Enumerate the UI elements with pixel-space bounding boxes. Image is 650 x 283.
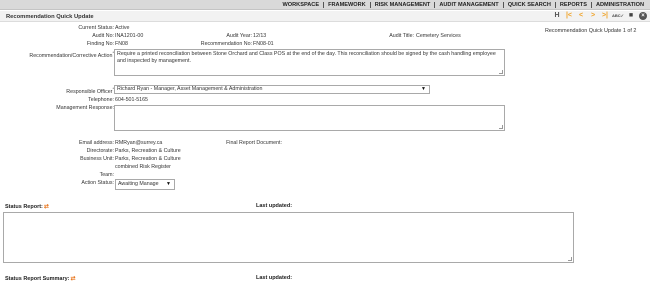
- first-record-icon[interactable]: |<: [565, 12, 573, 20]
- status-report-last-updated-label: Last updated:: [256, 203, 293, 209]
- nav-audit-management[interactable]: AUDIT MANAGEMENT: [434, 2, 502, 8]
- status-report-summary-last-updated-label: Last updated:: [256, 275, 293, 281]
- nav-risk-management[interactable]: RISK MANAGEMENT: [369, 2, 435, 8]
- audit-title-label: Audit Title:: [389, 33, 414, 39]
- directorate-value: Parks, Recreation & Culture: [115, 148, 181, 154]
- history-icon[interactable]: H: [553, 12, 561, 20]
- resize-grip-icon[interactable]: [499, 70, 503, 74]
- responsible-officer-label: Responsible Officer*: [66, 86, 114, 95]
- telephone-value: 604-501-5165: [115, 97, 148, 103]
- recommendation-label: Recommendation/Corrective Action*: [29, 50, 114, 59]
- responsible-officer-value: Richard Ryan - Manager, Asset Management…: [117, 86, 263, 92]
- email-value: RMRyan@surrey.ca: [115, 140, 163, 146]
- previous-record-icon[interactable]: <: [577, 12, 585, 20]
- audit-title-value: Cemetery Services: [416, 33, 461, 39]
- management-response-textarea[interactable]: [114, 105, 505, 131]
- current-status-label: Current Status:: [78, 25, 114, 31]
- status-report-textarea[interactable]: [3, 212, 574, 263]
- chevron-down-icon: ▼: [421, 86, 426, 92]
- chevron-down-icon: ▼: [166, 181, 171, 187]
- finding-no-value: FN08: [115, 41, 128, 47]
- responsible-officer-select[interactable]: Richard Ryan - Manager, Asset Management…: [114, 85, 430, 94]
- audit-year-label: Audit Year:: [226, 33, 252, 39]
- top-navigation: WORKSPACE FRAMEWORK RISK MANAGEMENT AUDI…: [0, 0, 650, 10]
- email-label: Email address:: [78, 140, 114, 146]
- action-status-label: Action Status:: [81, 180, 114, 186]
- record-toolbar: H |< < > >| ABC✓ ■ ×: [553, 12, 647, 20]
- recommendation-no-value: FN08-01: [253, 41, 274, 47]
- refresh-icon[interactable]: ⇄: [71, 276, 76, 282]
- status-report-label: Status Report:⇄: [5, 204, 49, 210]
- action-status-select[interactable]: Awaiting Manage ▼: [115, 179, 175, 190]
- directorate-label: Directorate:: [86, 148, 114, 154]
- resize-grip-icon[interactable]: [499, 125, 503, 129]
- spell-check-icon[interactable]: ABC✓: [612, 12, 624, 20]
- telephone-label: Telephone:: [88, 97, 114, 103]
- nav-quick-search[interactable]: QUICK SEARCH: [502, 2, 555, 8]
- business-unit-value: Parks, Recreation & Culture combined Ris…: [115, 156, 181, 170]
- finding-no-label: Finding No:: [86, 41, 114, 47]
- nav-workspace[interactable]: WORKSPACE: [279, 2, 324, 8]
- save-icon[interactable]: ■: [627, 12, 635, 20]
- audit-no-label: Audit No:: [92, 33, 114, 39]
- final-report-label: Final Report Document:: [226, 140, 282, 146]
- action-status-value: Awaiting Manage: [118, 181, 159, 187]
- status-report-summary-label: Status Report Summary:⇄: [5, 276, 76, 282]
- record-counter: Recommendation Quick Update 1 of 2: [545, 28, 637, 34]
- business-unit-label: Business Unit:: [80, 156, 114, 162]
- current-status-value: Active: [115, 25, 130, 31]
- nav-reports[interactable]: REPORTS: [554, 2, 591, 8]
- next-record-icon[interactable]: >: [589, 12, 597, 20]
- page-title: Recommendation Quick Update: [6, 13, 94, 20]
- nav-administration[interactable]: ADMINISTRATION: [590, 2, 648, 8]
- audit-year-value: 12/13: [253, 33, 267, 39]
- recommendation-no-label: Recommendation No:: [200, 41, 252, 47]
- last-record-icon[interactable]: >|: [601, 12, 609, 20]
- audit-no-value: INA1201-00: [115, 33, 144, 39]
- top-nav-items: WORKSPACE FRAMEWORK RISK MANAGEMENT AUDI…: [279, 2, 649, 8]
- nav-framework[interactable]: FRAMEWORK: [323, 2, 370, 8]
- recommendation-textarea[interactable]: Require a printed reconciliation between…: [114, 49, 505, 76]
- recommendation-text: Require a printed reconciliation between…: [117, 51, 496, 64]
- refresh-icon[interactable]: ⇄: [44, 204, 49, 210]
- close-icon[interactable]: ×: [639, 12, 647, 20]
- form-title-bar: Recommendation Quick Update H |< < > >| …: [0, 11, 650, 22]
- resize-grip-icon[interactable]: [568, 257, 572, 261]
- team-label: Team:: [99, 172, 114, 178]
- management-response-label: Management Response:: [56, 105, 114, 111]
